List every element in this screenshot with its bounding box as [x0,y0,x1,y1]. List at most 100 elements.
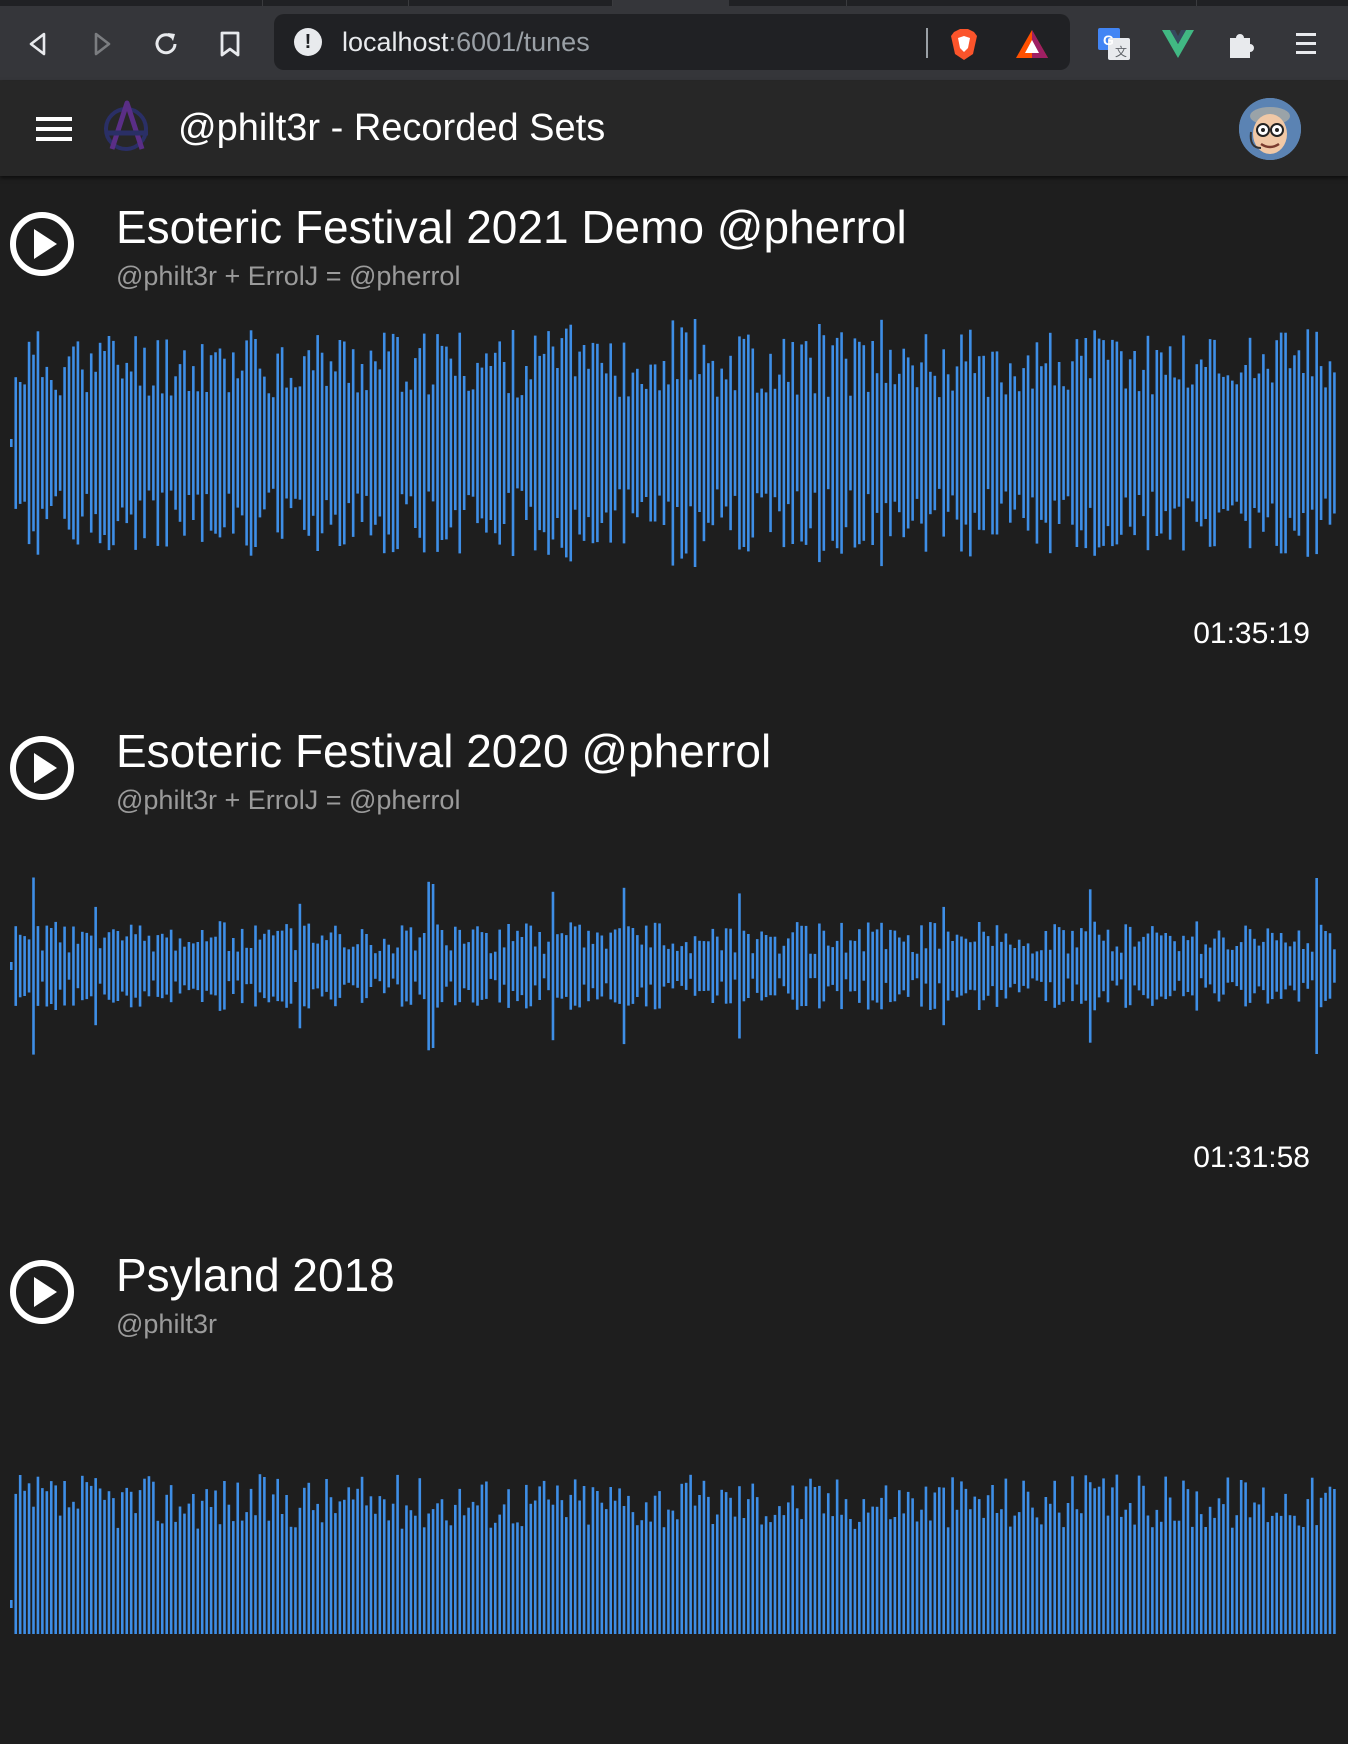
waveform-bar [200,1500,204,1634]
waveform-bar [165,1494,168,1634]
waveform-bar [791,1485,795,1634]
waveform-bar [627,1495,630,1634]
waveform-bar [1217,373,1221,513]
waveform-bar [347,1487,351,1634]
waveform-bar [707,941,710,991]
waveform-bar [680,327,684,559]
waveform-bar [112,1498,115,1634]
brave-rewards-icon[interactable] [1014,26,1050,62]
waveform-bar [742,1518,746,1634]
waveform-bar [711,1524,715,1634]
waveform-bar [200,344,204,542]
waveform-bar [214,352,217,534]
waveform-bar [880,922,883,1010]
waveform-bar [1279,1515,1283,1634]
waveform-bar [45,925,49,1007]
back-button[interactable] [18,24,58,64]
waveform-bar [667,948,670,983]
waveform-bar [676,950,679,981]
waveform-bar [724,1492,728,1634]
waveform-bar [338,934,342,998]
bookmark-button[interactable] [210,24,250,64]
waveform-bar [374,953,377,979]
waveform-bar [755,939,759,993]
play-button[interactable] [8,1258,76,1326]
waveform[interactable] [0,830,1348,1110]
waveform-bar [720,368,723,518]
waveform-bar [414,1515,417,1634]
play-button[interactable] [8,210,76,278]
waveform-bar [658,923,661,1009]
waveform-bar [1177,951,1181,981]
waveform-bar [1075,339,1079,547]
waveform-bar [862,951,866,981]
waveform-bar [263,933,266,999]
waveform-bar [511,941,515,991]
waveform-bar [1182,935,1185,997]
waveform-bar [223,922,226,1010]
waveform-bar [502,947,506,985]
waveform-bar [249,1488,253,1634]
waveform-bar [520,1526,524,1634]
waveform-bar [232,352,235,534]
waveform-bar [289,928,293,1004]
waveform-bar [267,929,271,1003]
waveform-bar [89,935,93,997]
waveform-bar [977,922,981,1010]
waveform-bar [533,946,537,986]
waveform-bar [1333,949,1336,983]
waveform-bar [458,929,462,1003]
waveform-bar [844,1499,848,1634]
reading-list-icon[interactable] [1288,26,1324,62]
extensions-puzzle-icon[interactable] [1224,26,1260,62]
waveform-bar [63,367,66,519]
waveform-bar [813,1487,817,1634]
waveform-bar [1270,932,1274,1000]
waveform-bar [1253,1502,1256,1634]
waveform[interactable] [0,306,1348,586]
waveform-bar [1168,1497,1172,1634]
address-bar[interactable]: ! localhost:6001/tunes [274,14,1070,70]
waveform-bar [893,930,897,1002]
track-item: Psyland 2018 @philt3r [0,1224,1348,1744]
waveform-bar [1288,1515,1292,1634]
play-icon [34,753,57,783]
vue-devtools-icon[interactable] [1160,26,1196,62]
waveform-bar [14,926,18,1006]
waveform-bar [227,392,231,494]
reload-button[interactable] [146,24,186,64]
waveform-bar [680,1483,684,1634]
waveform-bar [631,928,635,1004]
browser-toolbar: ! localhost:6001/tunes G 文 [0,6,1348,81]
waveform-bar [458,332,462,554]
track-title: Psyland 2018 [116,1249,395,1301]
waveform-bar [147,1476,151,1634]
track-title: Esoteric Festival 2020 @pherrol [116,725,772,777]
site-info-icon[interactable]: ! [294,28,322,56]
waveform-bar [169,929,173,1003]
waveform-bar [1155,350,1159,536]
avatar[interactable] [1239,98,1301,160]
waveform-bar [1257,373,1261,513]
waveform-bar [240,928,244,1004]
waveform-bar [1262,1487,1265,1634]
waveform-bar [382,938,386,994]
brave-shield-icon[interactable] [946,26,982,62]
waveform-bar [502,1504,506,1634]
waveform-bar [782,1515,786,1634]
waveform-bar [365,1505,368,1634]
waveform-bar [702,1480,706,1634]
waveform-bar [27,939,31,993]
waveform-bar [1124,924,1128,1008]
waveform-bar [356,392,359,494]
waveform-bar [507,1489,510,1634]
play-button[interactable] [8,734,76,802]
waveform[interactable] [0,1354,1348,1634]
url-text[interactable]: localhost:6001/tunes [342,28,590,56]
waveform-bar [156,935,160,997]
waveform-bar [893,1517,897,1634]
forward-button[interactable] [82,24,122,64]
waveform-bar [325,1479,328,1634]
hamburger-menu-button[interactable] [30,113,76,145]
google-translate-icon[interactable]: G 文 [1096,26,1132,62]
